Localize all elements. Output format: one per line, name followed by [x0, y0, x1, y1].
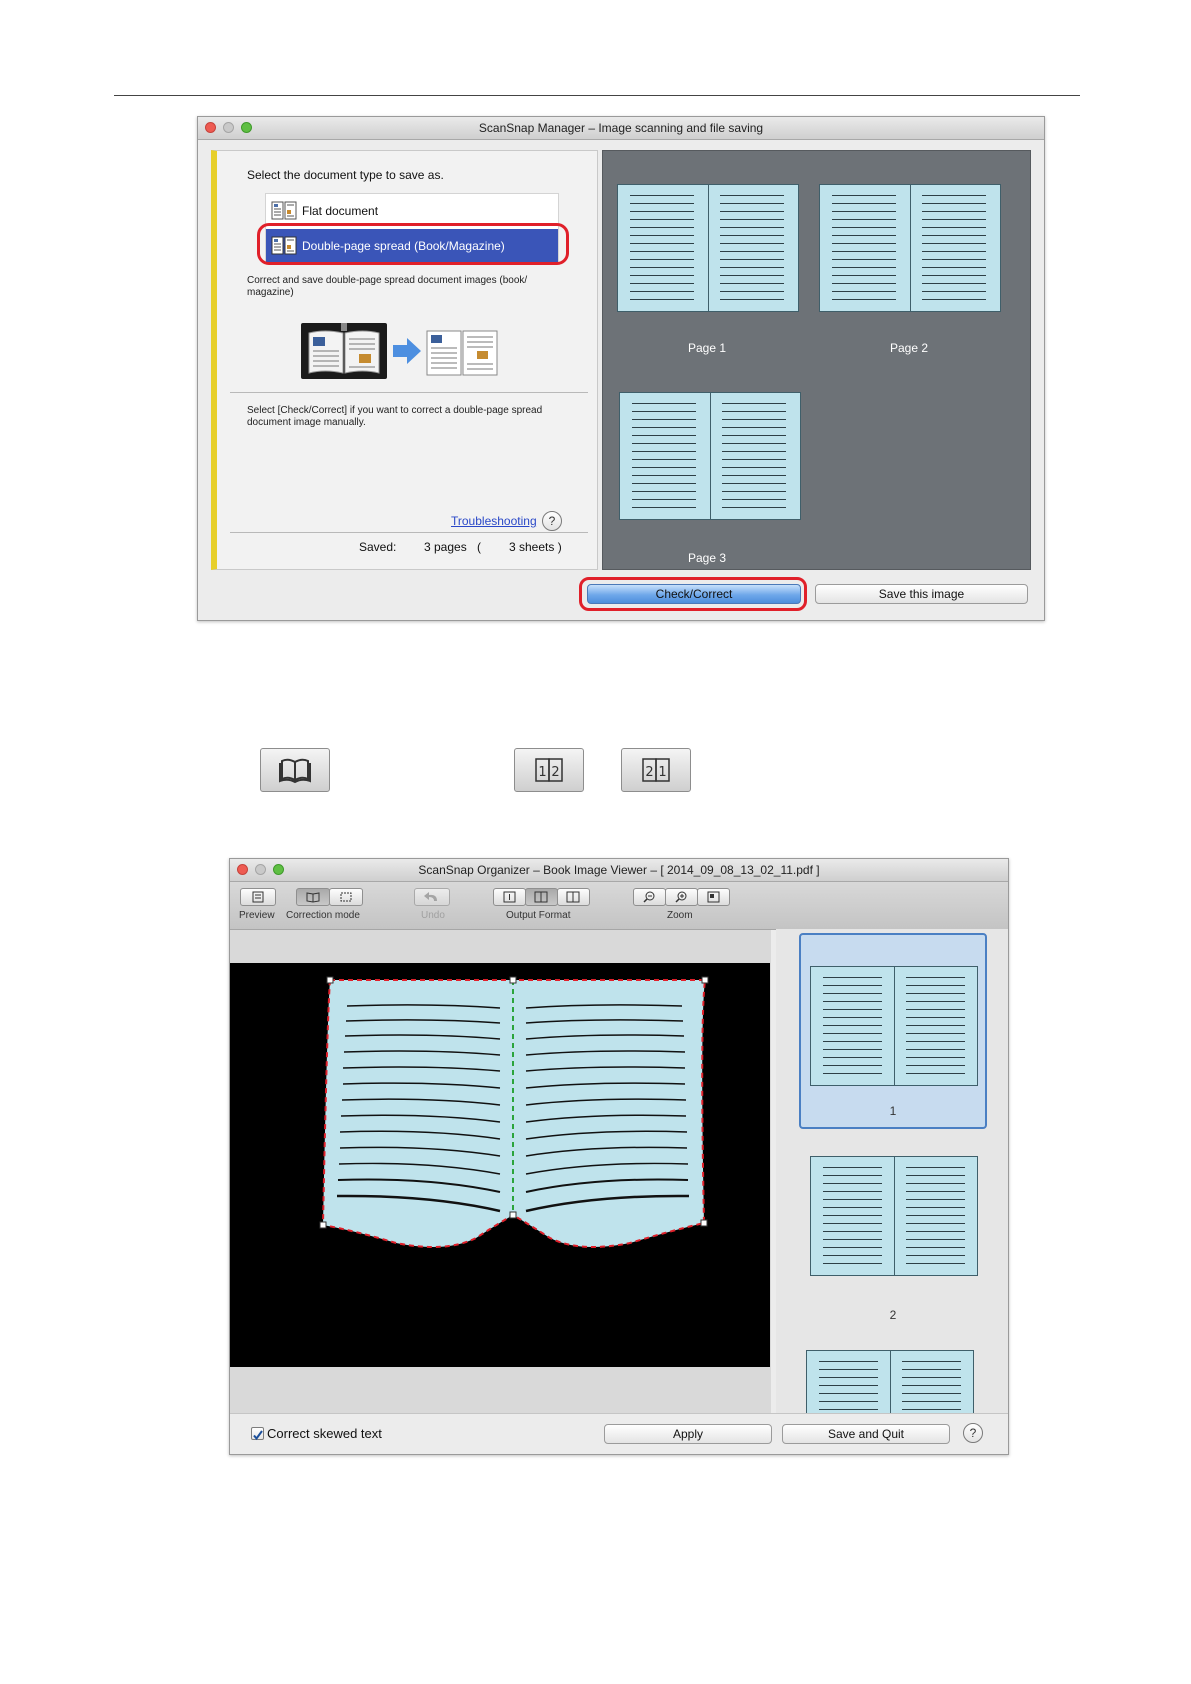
title-bar: ScanSnap Manager – Image scanning and fi…	[198, 117, 1044, 140]
undo-button[interactable]	[414, 888, 450, 906]
page-rule	[114, 95, 1080, 96]
help-icon: ?	[548, 514, 556, 528]
svg-text:2: 2	[645, 765, 653, 780]
preview-button[interactable]	[240, 888, 276, 906]
page-label: Page 2	[889, 341, 929, 355]
output-format-left-right-button[interactable]: 1 2	[514, 748, 584, 792]
undo-icon	[424, 892, 437, 901]
option-description: Correct and save double-page spread docu…	[247, 275, 528, 298]
crop-icon	[340, 892, 352, 902]
output-left-right-button[interactable]	[525, 888, 558, 906]
open-book-icon	[279, 758, 311, 784]
bottom-bar: Correct skewed text Apply Save and Quit …	[230, 1413, 1008, 1454]
arrow-right-icon	[393, 338, 421, 364]
page-thumbnail[interactable]	[806, 1350, 974, 1413]
zoom-window-button[interactable]	[273, 864, 284, 875]
divider	[230, 392, 588, 393]
open-book-icon	[306, 892, 320, 903]
preview-label: Preview	[239, 910, 275, 921]
zoom-in-button[interactable]	[665, 888, 698, 906]
preview-icon	[252, 891, 264, 903]
minimize-window-button[interactable]	[255, 864, 266, 875]
page-thumbnail[interactable]	[819, 184, 1001, 312]
document-type-panel: Select the document type to save as. Fla…	[211, 150, 598, 570]
help-icon: ?	[969, 1426, 977, 1440]
svg-text:2: 2	[551, 765, 559, 780]
single-page-icon	[503, 891, 516, 903]
book-image-canvas[interactable]	[230, 963, 770, 1367]
zoom-in-icon	[675, 891, 687, 903]
zoom-out-button[interactable]	[633, 888, 666, 906]
page-order-2-1-icon: 2 1	[642, 758, 670, 782]
correction-mode-label: Correction mode	[286, 910, 360, 921]
book-spread-image	[319, 976, 709, 1248]
zoom-out-icon	[643, 891, 655, 903]
output-format-label: Output Format	[506, 910, 571, 921]
apply-button[interactable]: Apply	[604, 1424, 772, 1444]
thumbnail-sidebar: 1 2	[776, 929, 1008, 1413]
page-thumbnail[interactable]	[619, 392, 801, 520]
close-window-button[interactable]	[237, 864, 248, 875]
highlight-ring-option	[257, 223, 569, 265]
help-button[interactable]: ?	[963, 1423, 983, 1443]
toolbar: Preview Correction mode Undo Output Form…	[230, 882, 1008, 930]
troubleshooting-link[interactable]: Troubleshooting	[451, 514, 537, 528]
checkmark-icon	[253, 1430, 263, 1441]
saved-sheets: 3 sheets )	[509, 540, 562, 554]
fit-to-window-button[interactable]	[697, 888, 730, 906]
page-thumbnail[interactable]	[617, 184, 799, 312]
page-label: Page 3	[687, 551, 727, 565]
page-order-2-1-icon	[566, 891, 580, 903]
help-button[interactable]: ?	[542, 511, 562, 531]
close-window-button[interactable]	[205, 122, 216, 133]
thumbnail-number: 1	[889, 1104, 897, 1118]
divider	[230, 532, 588, 533]
page-order-1-2-icon	[534, 891, 548, 903]
svg-text:1: 1	[658, 765, 666, 780]
output-single-page-button[interactable]	[493, 888, 526, 906]
saved-pages: 3 pages	[424, 540, 467, 554]
page-preview-panel: Page 1 Page 2 Page 3	[602, 150, 1031, 570]
correct-skewed-text-checkbox[interactable]	[251, 1427, 264, 1441]
book-correction-illustration	[301, 323, 498, 379]
crop-correction-button[interactable]	[329, 888, 363, 906]
saved-open-paren: (	[477, 540, 481, 554]
correction-mode-book-button[interactable]	[260, 748, 330, 792]
zoom-window-button[interactable]	[241, 122, 252, 133]
scansnap-manager-window: ScanSnap Manager – Image scanning and fi…	[197, 116, 1045, 621]
check-correct-note: Select [Check/Correct] if you want to co…	[247, 405, 543, 428]
window-title: ScanSnap Organizer – Book Image Viewer –…	[418, 863, 820, 877]
svg-text:1: 1	[538, 765, 546, 780]
window-title: ScanSnap Manager – Image scanning and fi…	[478, 121, 764, 135]
document-type-prompt: Select the document type to save as.	[247, 168, 444, 182]
undo-label: Undo	[421, 910, 445, 921]
page-order-1-2-icon: 1 2	[535, 758, 563, 782]
saved-label: Saved:	[359, 540, 397, 554]
save-this-image-button[interactable]: Save this image	[815, 584, 1028, 604]
zoom-label: Zoom	[667, 910, 693, 921]
output-format-right-left-button[interactable]: 2 1	[621, 748, 691, 792]
flat-document-icon	[271, 201, 297, 220]
thumbnail-number: 2	[889, 1308, 897, 1322]
title-bar: ScanSnap Organizer – Book Image Viewer –…	[230, 859, 1008, 882]
correct-skewed-text-label: Correct skewed text	[267, 1426, 382, 1441]
output-right-left-button[interactable]	[557, 888, 590, 906]
book-image-viewer-window: ScanSnap Organizer – Book Image Viewer –…	[229, 858, 1009, 1455]
page-thumbnail[interactable]	[810, 966, 978, 1086]
book-correction-button[interactable]	[296, 888, 330, 906]
highlight-ring-check-correct	[579, 577, 807, 611]
fit-window-icon	[707, 891, 720, 903]
save-and-quit-button[interactable]: Save and Quit	[782, 1424, 950, 1444]
minimize-window-button[interactable]	[223, 122, 234, 133]
page-label: Page 1	[687, 341, 727, 355]
page-thumbnail[interactable]	[810, 1156, 978, 1276]
